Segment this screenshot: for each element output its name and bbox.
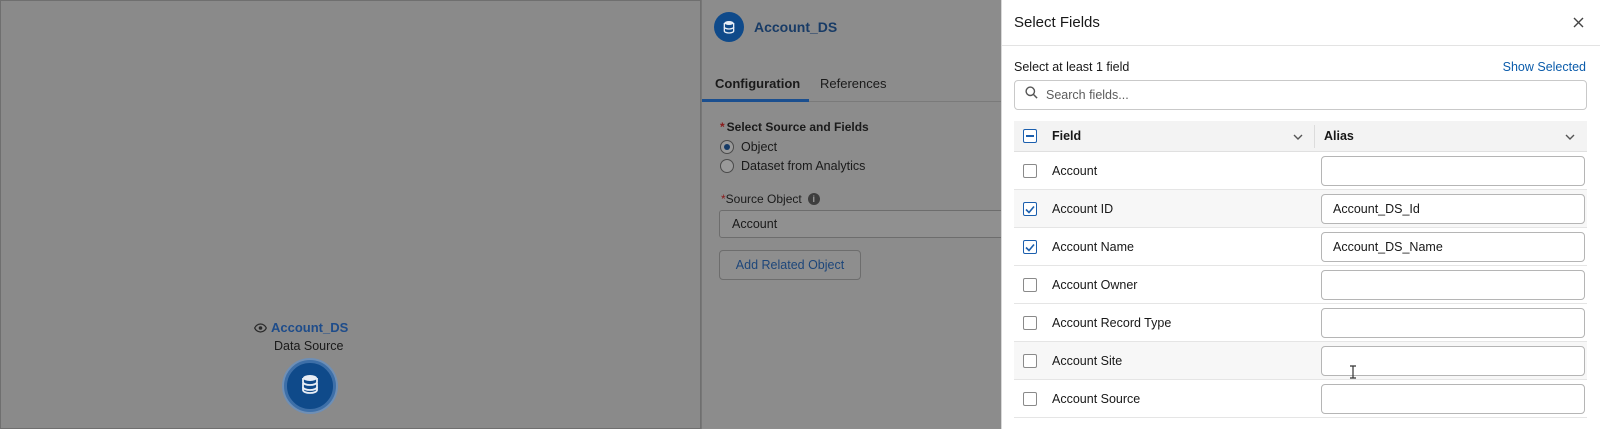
source-object-text: Source Object (725, 192, 802, 206)
fields-table: Field Alias Account Account ID Account_D… (1014, 121, 1587, 418)
tab-references[interactable]: References (820, 76, 886, 91)
row-checkbox[interactable] (1023, 392, 1037, 406)
column-divider (1314, 125, 1315, 148)
table-row: Account (1014, 152, 1587, 190)
select-all-checkbox[interactable] (1023, 129, 1037, 143)
modal-header: Select Fields (1002, 0, 1600, 46)
field-name: Account (1052, 164, 1098, 178)
tab-configuration[interactable]: Configuration (715, 76, 800, 91)
alias-input[interactable] (1321, 270, 1585, 300)
table-row: Account Record Type (1014, 304, 1587, 342)
column-header-field[interactable]: Field (1052, 129, 1081, 143)
close-icon[interactable] (1570, 14, 1586, 30)
alias-input[interactable] (1321, 156, 1585, 186)
alias-input[interactable] (1321, 194, 1585, 224)
config-tabs: Configuration References (702, 66, 1002, 102)
config-header: Account_DS (714, 12, 837, 42)
radio-button[interactable] (720, 140, 734, 154)
row-checkbox[interactable] (1023, 278, 1037, 292)
alias-input[interactable] (1321, 346, 1585, 376)
radio-object[interactable]: Object (720, 140, 777, 154)
field-name: Account Name (1052, 240, 1134, 254)
row-checkbox[interactable] (1023, 240, 1037, 254)
config-title: Account_DS (754, 19, 838, 35)
alias-input[interactable] (1321, 384, 1585, 414)
flow-canvas: Account_DS Data Source (0, 0, 701, 429)
node-name[interactable]: Account_DS (271, 320, 348, 335)
chevron-down-icon[interactable] (1564, 130, 1576, 148)
checkmark-icon (1025, 243, 1035, 252)
select-fields-modal: Select Fields Select at least 1 field Sh… (1001, 0, 1600, 429)
radio-dataset-analytics[interactable]: Dataset from Analytics (720, 159, 865, 173)
chevron-down-icon[interactable] (1292, 130, 1304, 148)
row-checkbox[interactable] (1023, 316, 1037, 330)
table-row: Account Name (1014, 228, 1587, 266)
table-row: Account Source (1014, 380, 1587, 418)
table-row: Account ID (1014, 190, 1587, 228)
modal-title: Select Fields (1014, 14, 1100, 31)
source-fields-text: Select Source and Fields (726, 120, 869, 134)
radio-label: Dataset from Analytics (741, 159, 866, 173)
config-panel: Account_DS Configuration References * Sel… (701, 0, 1009, 429)
info-icon[interactable]: i (807, 193, 820, 205)
table-row: Account Owner (1014, 266, 1587, 304)
row-checkbox[interactable] (1023, 354, 1037, 368)
field-name: Account Record Type (1052, 316, 1172, 330)
required-marker: * (720, 120, 725, 134)
selection-hint: Select at least 1 field (1014, 60, 1130, 74)
alias-input[interactable] (1321, 308, 1585, 338)
search-box[interactable] (1014, 80, 1587, 110)
search-input[interactable] (1046, 88, 1566, 102)
database-icon (714, 12, 744, 42)
show-selected-link[interactable]: Show Selected (1503, 60, 1586, 74)
source-object-label: *Source Object i (721, 192, 820, 206)
field-name: Account Source (1052, 392, 1141, 406)
table-row: Account Site (1014, 342, 1587, 380)
node-type-label: Data Source (274, 339, 344, 353)
source-object-select[interactable]: Account (719, 210, 1009, 238)
source-fields-label: * Select Source and Fields (720, 120, 869, 134)
alias-input[interactable] (1321, 232, 1585, 262)
data-source-node[interactable] (284, 360, 336, 412)
table-header: Field Alias (1014, 121, 1587, 152)
radio-button[interactable] (720, 159, 734, 173)
checkmark-icon (1025, 205, 1035, 214)
text-cursor-icon (1349, 365, 1357, 384)
node-label[interactable]: Account_DS (254, 320, 348, 335)
database-icon (301, 374, 319, 399)
row-checkbox[interactable] (1023, 202, 1037, 216)
field-name: Account Site (1052, 354, 1123, 368)
field-name: Account ID (1052, 202, 1114, 216)
add-related-object-button[interactable]: Add Related Object (719, 250, 861, 280)
field-name: Account Owner (1052, 278, 1138, 292)
eye-icon[interactable] (254, 322, 267, 333)
active-tab-indicator (702, 99, 809, 102)
radio-label: Object (741, 140, 778, 154)
column-header-alias[interactable]: Alias (1324, 129, 1354, 143)
search-icon (1025, 86, 1038, 104)
row-checkbox[interactable] (1023, 164, 1037, 178)
